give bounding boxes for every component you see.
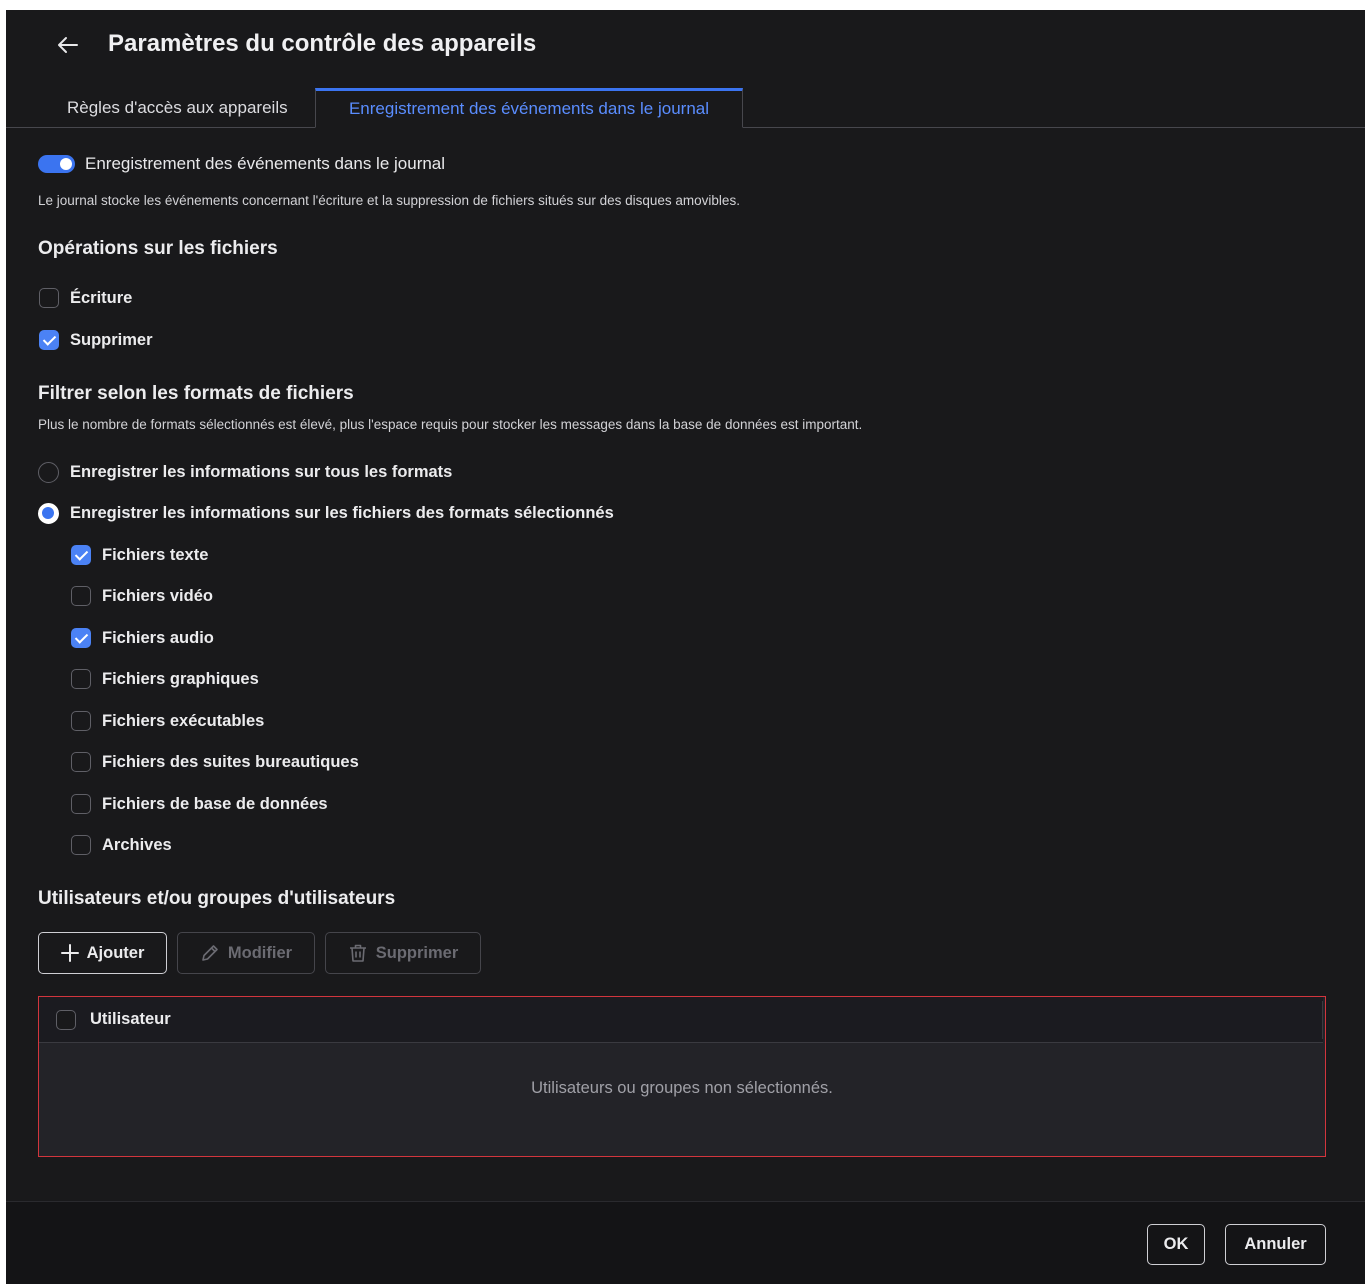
cancel-button[interactable]: Annuler [1225, 1224, 1326, 1265]
tab-event-logging[interactable]: Enregistrement des événements dans le jo… [315, 88, 743, 128]
format-office-label: Fichiers des suites bureautiques [102, 753, 359, 771]
plus-icon [60, 944, 79, 962]
delete-button-label: Supprimer [375, 943, 459, 962]
page-title: Paramètres du contrôle des appareils [108, 30, 537, 57]
users-table: Utilisateur Utilisateurs ou groupes non … [38, 996, 1326, 1157]
delete-checkbox[interactable] [39, 330, 59, 350]
logging-toggle-label: Enregistrement des événements dans le jo… [85, 154, 446, 173]
file-operations-title: Opérations sur les fichiers [38, 238, 278, 259]
trash-icon [348, 943, 368, 963]
format-executables-label: Fichiers exécutables [102, 712, 265, 730]
format-video-label: Fichiers vidéo [102, 587, 213, 605]
format-archives-checkbox[interactable] [71, 835, 91, 855]
radio-all-formats-label: Enregistrer les informations sur tous le… [70, 463, 453, 481]
arrow-left-icon [56, 36, 78, 59]
format-audio-checkbox[interactable] [71, 628, 91, 648]
column-divider [1322, 1001, 1323, 1039]
back-button[interactable] [52, 32, 82, 62]
table-empty-message: Utilisateurs ou groupes non sélectionnés… [531, 1079, 833, 1097]
format-executables-checkbox[interactable] [71, 711, 91, 731]
radio-selected-formats-label: Enregistrer les informations sur les fic… [70, 504, 614, 522]
table-header-row: Utilisateur [39, 997, 1323, 1043]
format-graphics-checkbox[interactable] [71, 669, 91, 689]
dialog-footer: OK Annuler [6, 1201, 1365, 1284]
add-button[interactable]: Ajouter [38, 932, 167, 974]
edit-button-label: Modifier [227, 943, 293, 962]
column-header-user[interactable]: Utilisateur [90, 1010, 171, 1029]
logging-toggle[interactable] [38, 155, 75, 173]
pencil-icon [200, 943, 220, 963]
add-button-label: Ajouter [86, 943, 145, 962]
tab-bar: Règles d'accès aux appareils Enregistrem… [6, 88, 1365, 128]
write-checkbox[interactable] [39, 288, 59, 308]
format-database-checkbox[interactable] [71, 794, 91, 814]
format-office-checkbox[interactable] [71, 752, 91, 772]
ok-button[interactable]: OK [1147, 1224, 1205, 1265]
page-header: Paramètres du contrôle des appareils [6, 10, 1365, 78]
logging-description: Le journal stocke les événements concern… [38, 193, 740, 208]
edit-button[interactable]: Modifier [177, 932, 315, 974]
users-title: Utilisateurs et/ou groupes d'utilisateur… [38, 888, 396, 909]
format-archives-label: Archives [102, 836, 172, 854]
radio-selected-formats[interactable] [38, 503, 59, 524]
radio-all-formats[interactable] [38, 462, 59, 483]
format-text-checkbox[interactable] [71, 545, 91, 565]
format-graphics-label: Fichiers graphiques [102, 670, 259, 688]
write-label: Écriture [70, 289, 133, 307]
format-audio-label: Fichiers audio [102, 629, 214, 647]
format-filter-description: Plus le nombre de formats sélectionnés e… [38, 417, 863, 432]
settings-window: Paramètres du contrôle des appareils Règ… [6, 10, 1365, 1284]
delete-label: Supprimer [70, 331, 153, 349]
format-database-label: Fichiers de base de données [102, 795, 328, 813]
format-text-label: Fichiers texte [102, 546, 209, 564]
delete-button[interactable]: Supprimer [325, 932, 481, 974]
tab-access-rules[interactable]: Règles d'accès aux appareils [55, 88, 300, 128]
select-all-checkbox[interactable] [56, 1010, 76, 1030]
format-filter-title: Filtrer selon les formats de fichiers [38, 383, 354, 404]
format-video-checkbox[interactable] [71, 586, 91, 606]
